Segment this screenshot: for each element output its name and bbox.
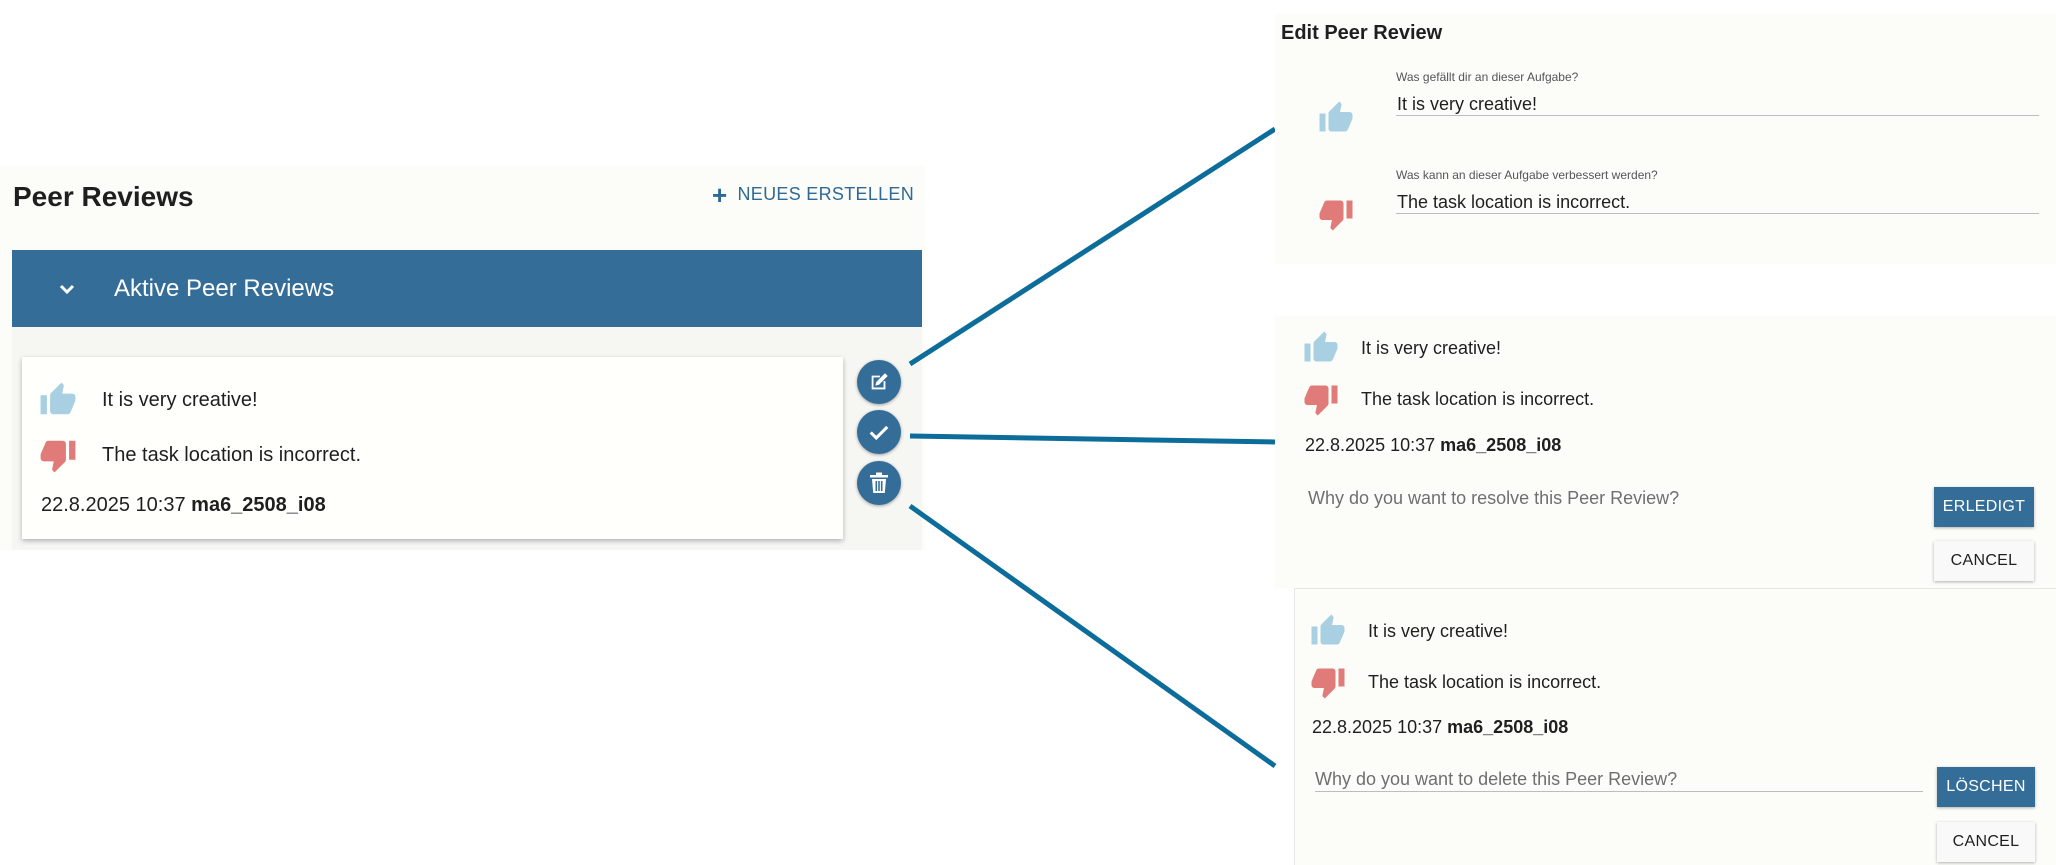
resolve-positive-text: It is very creative! (1361, 337, 1502, 358)
resolve-date: 22.8.2025 10:37 (1305, 435, 1436, 455)
resolve-meta: 22.8.2025 10:37 ma6_2508_i08 (1305, 435, 1561, 456)
delete-reason-input[interactable]: Why do you want to delete this Peer Revi… (1315, 769, 1677, 790)
thumbs-down-icon (1308, 662, 1348, 702)
connector-delete (908, 503, 1277, 769)
thumbs-up-icon (1308, 611, 1348, 651)
delete-positive-row: It is very creative! (1308, 611, 1508, 651)
positive-field-input[interactable]: It is very creative! (1397, 94, 1537, 115)
negative-field-underline (1396, 213, 2039, 214)
resolve-negative-text: The task location is incorrect. (1361, 388, 1595, 409)
resolve-user: ma6_2508_i08 (1440, 435, 1562, 455)
delete-user: ma6_2508_i08 (1447, 717, 1569, 737)
delete-meta: 22.8.2025 10:37 ma6_2508_i08 (1312, 717, 1568, 738)
thumbs-down-icon (1301, 379, 1341, 419)
delete-confirm-button[interactable]: LÖSCHEN (1937, 767, 2035, 807)
negative-field-label: Was kann an dieser Aufgabe verbessert we… (1396, 168, 1658, 182)
resolve-positive-row: It is very creative! (1301, 328, 1501, 368)
resolve-cancel-button[interactable]: CANCEL (1934, 541, 2034, 581)
delete-negative-row: The task location is incorrect. (1308, 662, 1601, 702)
connector-resolve (909, 433, 1276, 445)
resolve-confirm-button[interactable]: ERLEDIGT (1934, 487, 2034, 527)
delete-cancel-button[interactable]: CANCEL (1937, 822, 2035, 862)
delete-positive-text: It is very creative! (1368, 620, 1509, 641)
resolve-reason-input[interactable]: Why do you want to resolve this Peer Rev… (1308, 488, 1679, 509)
connector-edit (908, 126, 1277, 367)
negative-field-input[interactable]: The task location is incorrect. (1397, 192, 1630, 213)
thumbs-up-icon (1316, 98, 1356, 138)
positive-field-label: Was gefällt dir an dieser Aufgabe? (1396, 70, 1579, 84)
thumbs-down-icon (1316, 194, 1356, 234)
thumbs-up-icon (1301, 328, 1341, 368)
delete-negative-text: The task location is incorrect. (1368, 671, 1602, 692)
edit-peer-review-panel (1275, 14, 2056, 264)
delete-reason-underline (1315, 791, 1923, 792)
delete-date: 22.8.2025 10:37 (1312, 717, 1443, 737)
positive-field-underline (1396, 115, 2039, 116)
edit-panel-title: Edit Peer Review (1281, 22, 1443, 44)
resolve-negative-row: The task location is incorrect. (1301, 379, 1594, 419)
